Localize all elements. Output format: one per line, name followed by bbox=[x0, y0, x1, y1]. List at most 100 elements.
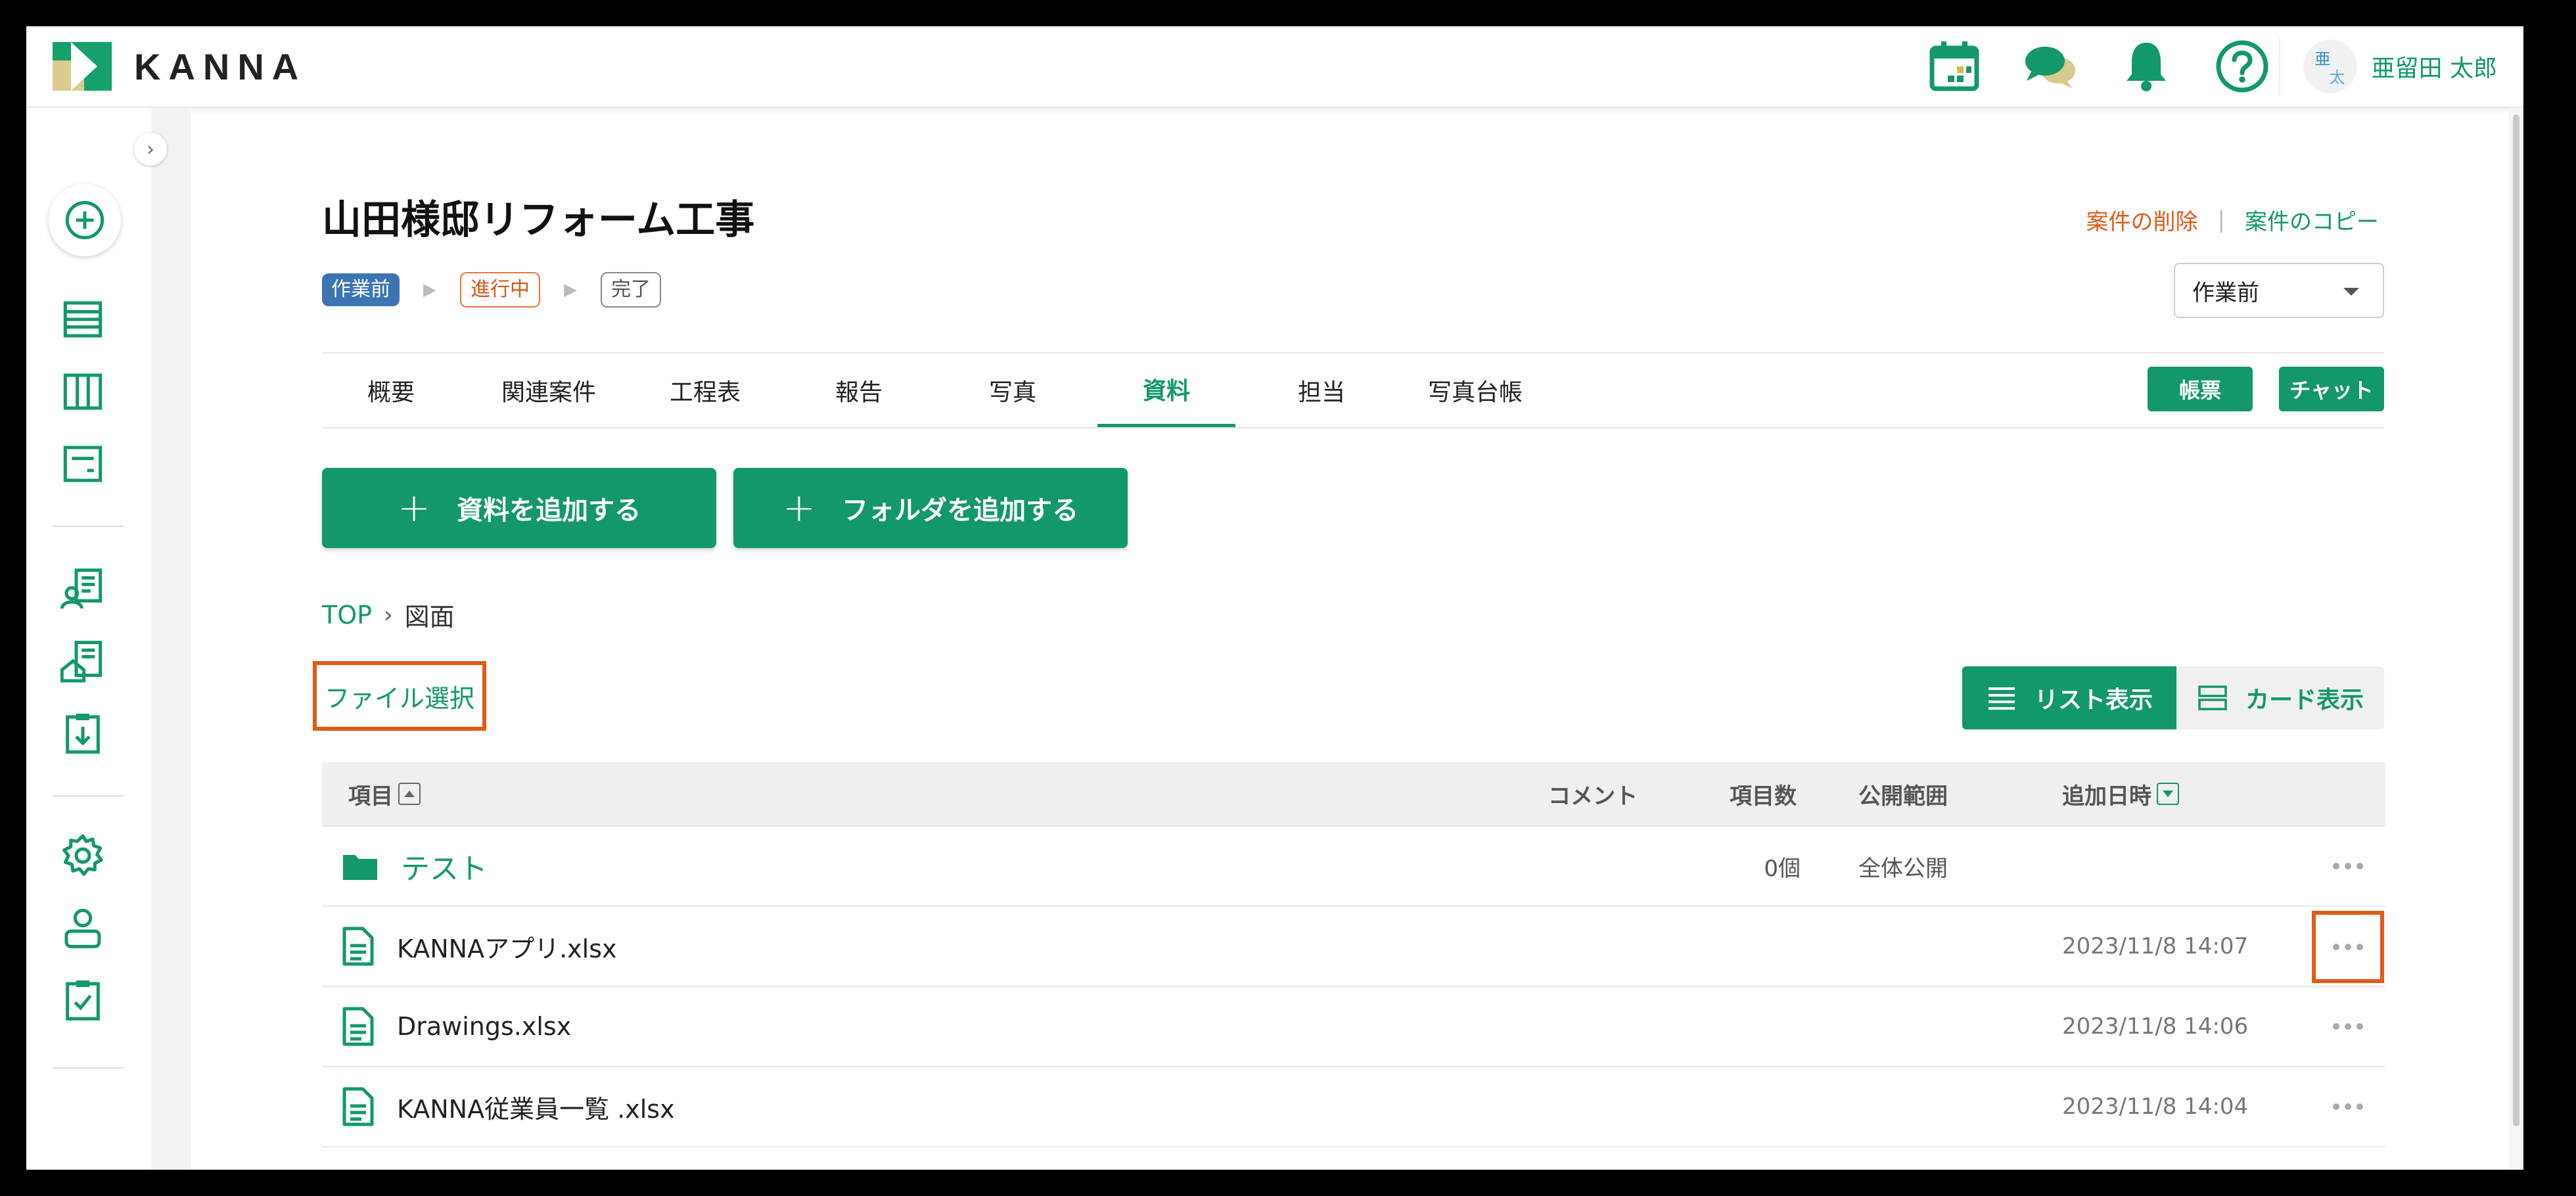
list-icon bbox=[1988, 687, 2015, 710]
copy-project-link[interactable]: 案件のコピー bbox=[2245, 204, 2379, 236]
sidebar-toggle-button[interactable]: › bbox=[134, 133, 167, 166]
sort-ascending-icon[interactable] bbox=[398, 783, 421, 805]
folder-icon bbox=[343, 855, 377, 880]
tab-photo-ledger[interactable]: 写真台帳 bbox=[1406, 354, 1544, 427]
sidebar-strip bbox=[151, 108, 191, 1170]
column-item-label: 項目 bbox=[348, 783, 393, 810]
column-added[interactable]: 追加日時 bbox=[2062, 778, 2179, 810]
row-name[interactable]: KANNA従業員一覧 .xlsx bbox=[342, 1067, 675, 1146]
vertical-scrollbar[interactable] bbox=[2509, 108, 2523, 1170]
sidebar-divider bbox=[53, 795, 125, 796]
card-view-label: カード表示 bbox=[2245, 687, 2364, 714]
user-menu[interactable]: 亜 太 亜留田 太郎 bbox=[2303, 26, 2497, 106]
more-options-button[interactable] bbox=[2312, 1067, 2384, 1146]
tab-photos[interactable]: 写真 bbox=[944, 354, 1082, 427]
tab-assignee[interactable]: 担当 bbox=[1253, 354, 1391, 427]
sort-descending-icon[interactable] bbox=[2157, 783, 2179, 805]
logo-text: KANNA bbox=[134, 45, 307, 87]
status-before-badge: 作業前 bbox=[322, 273, 400, 306]
card-view-button[interactable]: カード表示 bbox=[2176, 666, 2384, 729]
add-file-label: 資料を追加する bbox=[457, 495, 641, 526]
app-window: KANNA 亜 太 亜留田 太郎 › 山田様邸リフォーム工事 案件の削除 | 案… bbox=[26, 26, 2523, 1170]
column-comment: コメント bbox=[1548, 778, 1638, 810]
table-row[interactable]: Drawings.xlsx 2023/11/8 14:06 bbox=[322, 987, 2385, 1067]
more-icon bbox=[2333, 944, 2363, 950]
chevron-down-icon bbox=[2343, 288, 2359, 296]
help-icon[interactable] bbox=[2211, 35, 2274, 98]
add-folder-button[interactable]: + フォルダを追加する bbox=[733, 468, 1128, 548]
status-done-badge: 完了 bbox=[601, 272, 661, 308]
column-item[interactable]: 項目 bbox=[348, 778, 421, 810]
breadcrumb-current: 図面 bbox=[404, 603, 455, 632]
header-icons bbox=[1923, 26, 2274, 106]
status-steps: 作業前 ▶ 進行中 ▶ 完了 bbox=[322, 272, 661, 308]
row-name[interactable]: テスト bbox=[342, 827, 488, 906]
documents-table: 項目 コメント 項目数 公開範囲 追加日時 テスト 0個 全体公開 KANNAア… bbox=[322, 762, 2385, 1147]
table-row[interactable]: KANNA従業員一覧 .xlsx 2023/11/8 14:04 bbox=[322, 1067, 2385, 1147]
row-count: 0個 bbox=[1764, 855, 1801, 882]
column-count: 項目数 bbox=[1730, 778, 1797, 810]
logo-mark-icon bbox=[53, 42, 112, 91]
checklist-icon[interactable] bbox=[50, 967, 116, 1033]
report-form-button[interactable]: 帳票 bbox=[2148, 367, 2253, 411]
table-row[interactable]: KANNAアプリ.xlsx 2023/11/8 14:07 bbox=[322, 907, 2385, 987]
column-comment-label: コメント bbox=[1548, 783, 1638, 810]
page-title: 山田様邸リフォーム工事 bbox=[322, 197, 755, 243]
file-select-button[interactable]: ファイル選択 bbox=[313, 661, 486, 731]
breadcrumb-top-link[interactable]: TOP bbox=[322, 601, 372, 630]
list-view-button[interactable]: リスト表示 bbox=[1962, 666, 2176, 729]
delete-project-link[interactable]: 案件の削除 bbox=[2086, 204, 2198, 236]
settings-icon[interactable] bbox=[50, 823, 116, 888]
tab-documents[interactable]: 資料 bbox=[1097, 354, 1235, 427]
main-content: 山田様邸リフォーム工事 案件の削除 | 案件のコピー 作業前 ▶ 進行中 ▶ 完… bbox=[191, 108, 2523, 1170]
status-select-value: 作業前 bbox=[2192, 279, 2259, 306]
column-scope: 公開範囲 bbox=[1858, 778, 1948, 810]
row-name[interactable]: Drawings.xlsx bbox=[342, 987, 571, 1066]
list-view-icon[interactable] bbox=[50, 287, 116, 352]
bell-icon[interactable] bbox=[2115, 35, 2178, 98]
header-divider bbox=[2279, 38, 2280, 96]
project-actions: 案件の削除 | 案件のコピー bbox=[2086, 204, 2379, 236]
more-icon bbox=[2333, 863, 2363, 869]
status-select[interactable]: 作業前 bbox=[2174, 263, 2384, 318]
calendar-icon[interactable] bbox=[1923, 35, 1986, 98]
row-name[interactable]: KANNAアプリ.xlsx bbox=[342, 907, 617, 986]
column-scope-label: 公開範囲 bbox=[1858, 783, 1948, 810]
file-icon bbox=[342, 1087, 374, 1126]
chevron-right-icon: › bbox=[384, 601, 393, 628]
plus-icon: + bbox=[782, 485, 816, 531]
user-icon[interactable] bbox=[50, 895, 116, 961]
tab-schedule[interactable]: 工程表 bbox=[636, 354, 774, 427]
avatar-char-1: 亜 bbox=[2314, 50, 2331, 68]
sidebar-divider bbox=[53, 1067, 125, 1069]
row-date: 2023/11/8 14:07 bbox=[2062, 933, 2249, 959]
download-report-icon[interactable] bbox=[50, 701, 116, 766]
file-name: Drawings.xlsx bbox=[397, 1012, 572, 1041]
kanna-logo[interactable]: KANNA bbox=[53, 42, 306, 91]
add-file-button[interactable]: + 資料を追加する bbox=[322, 468, 716, 548]
more-icon bbox=[2333, 1103, 2363, 1110]
more-options-button[interactable] bbox=[2312, 827, 2384, 906]
scrollbar-thumb[interactable] bbox=[2513, 114, 2519, 1126]
avatar-char-2: 太 bbox=[2329, 68, 2345, 87]
tab-related[interactable]: 関連案件 bbox=[480, 354, 618, 427]
file-icon bbox=[342, 927, 374, 966]
more-options-button[interactable] bbox=[2312, 987, 2384, 1066]
folder-name: テスト bbox=[401, 852, 488, 886]
sidebar-divider bbox=[53, 526, 125, 527]
chat-icon[interactable] bbox=[2019, 35, 2082, 98]
board-view-icon[interactable] bbox=[50, 359, 116, 425]
more-options-button[interactable] bbox=[2312, 911, 2384, 983]
list-view-label: リスト表示 bbox=[2034, 687, 2153, 714]
document-icon[interactable] bbox=[50, 431, 116, 497]
top-header: KANNA 亜 太 亜留田 太郎 bbox=[26, 26, 2523, 108]
status-inprogress-badge: 進行中 bbox=[460, 272, 540, 308]
table-row[interactable]: テスト 0個 全体公開 bbox=[322, 827, 2385, 907]
tab-overview[interactable]: 概要 bbox=[322, 354, 460, 427]
customer-icon[interactable] bbox=[50, 556, 116, 622]
property-icon[interactable] bbox=[50, 628, 116, 694]
row-date: 2023/11/8 14:04 bbox=[2062, 1093, 2249, 1120]
chat-button[interactable]: チャット bbox=[2279, 367, 2384, 411]
add-icon[interactable] bbox=[49, 184, 121, 256]
tab-report[interactable]: 報告 bbox=[790, 354, 928, 427]
